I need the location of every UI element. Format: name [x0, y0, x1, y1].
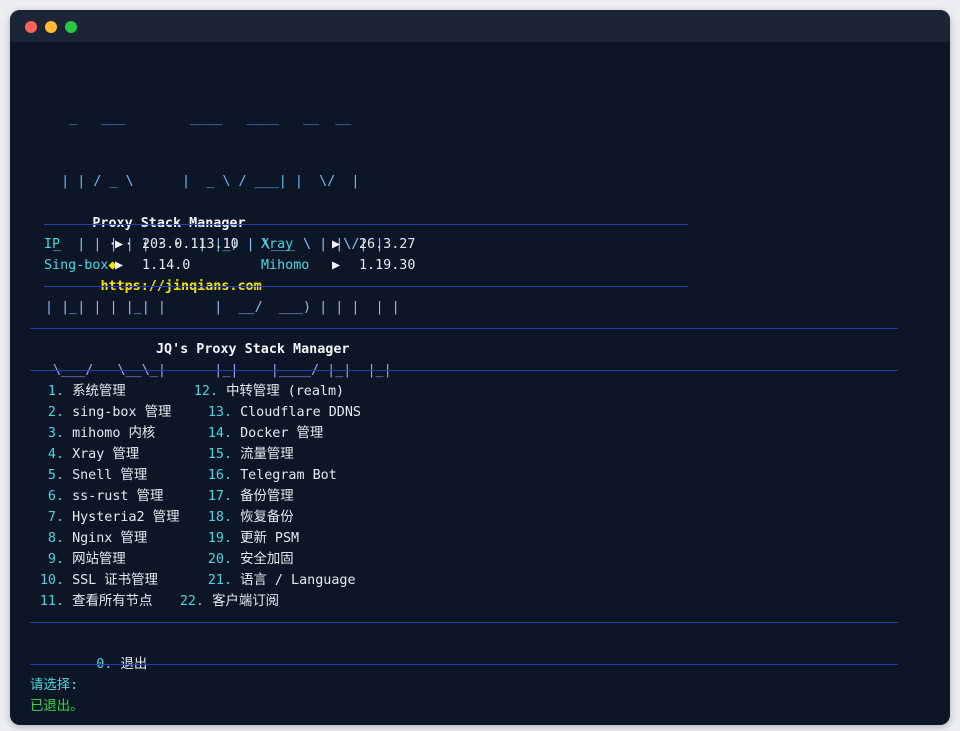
status-value-singbox: 1.14.0: [142, 258, 191, 273]
menu-item-label: Nginx 管理: [72, 531, 148, 546]
menu-item-label: 更新 PSM: [240, 531, 300, 546]
menu-item[interactable]: 16. Telegram Bot: [184, 465, 337, 486]
menu-item-label: 恢复备份: [240, 510, 294, 525]
ascii-logo-line: | | / _ \ | _ \ / ___| | \/ |: [45, 174, 360, 189]
banner-line: Proxy Stack Manager · · · · · ◆ https://…: [44, 192, 261, 294]
arrow-icon: ▶: [115, 237, 124, 252]
menu-item[interactable]: 6. ss-rust 管理: [30, 486, 163, 507]
divider: [30, 370, 898, 371]
menu-item-label: Xray 管理: [72, 447, 140, 462]
divider: [30, 622, 898, 623]
menu-item-label: 查看所有节点: [72, 594, 153, 609]
status-label-mihomo: Mihomo: [261, 258, 310, 273]
divider: [30, 664, 898, 665]
menu-item-number: 19.: [207, 531, 232, 546]
menu-item-number: 14.: [207, 426, 232, 441]
menu-item-label: 备份管理: [240, 489, 294, 504]
menu-item[interactable]: 7. Hysteria2 管理: [30, 507, 180, 528]
menu-item-number: 20.: [207, 552, 232, 567]
menu-item-number: 4.: [47, 447, 64, 462]
menu-item-number: 16.: [207, 468, 232, 483]
menu-item-number: 11.: [39, 594, 64, 609]
menu-item[interactable]: 4. Xray 管理: [30, 444, 139, 465]
divider: [44, 224, 688, 225]
divider: [30, 328, 898, 329]
menu-item[interactable]: 11. 查看所有节点: [30, 591, 153, 612]
status-label-ip: IP: [44, 237, 61, 252]
ascii-logo-line: | |_| | | |_| | | __/ ___) | | | | |: [45, 300, 400, 315]
exit-message: 已退出。: [30, 699, 84, 714]
menu-item-number: 12.: [193, 384, 218, 399]
ascii-logo-line: _ ___ ____ ____ __ __: [45, 111, 352, 126]
menu-item-label: Cloudflare DDNS: [240, 405, 361, 420]
status-value-xray: 26.3.27: [359, 237, 416, 252]
menu-item[interactable]: 8. Nginx 管理: [30, 528, 147, 549]
menu-item[interactable]: 10. SSL 证书管理: [30, 570, 158, 591]
menu-item[interactable]: 21. 语言 / Language: [184, 570, 356, 591]
menu-item-number: 6.: [47, 489, 64, 504]
minimize-window-button[interactable]: [45, 21, 57, 33]
arrow-icon: ▶: [115, 258, 124, 273]
menu-item[interactable]: 1. 系统管理: [30, 381, 126, 402]
menu-item-label: sing-box 管理: [72, 405, 172, 420]
menu-item-number: 18.: [207, 510, 232, 525]
menu-item[interactable]: 9. 网站管理: [30, 549, 126, 570]
menu-item[interactable]: 3. mihomo 内核: [30, 423, 155, 444]
menu-item[interactable]: 17. 备份管理: [184, 486, 294, 507]
menu-item-number: 13.: [207, 405, 232, 420]
terminal-window: _ ___ ____ ____ __ __ | | / _ \ | _ \ / …: [10, 10, 950, 725]
divider: [44, 286, 688, 287]
close-window-button[interactable]: [25, 21, 37, 33]
menu-item-number: 9.: [47, 552, 64, 567]
menu-item[interactable]: 22. 客户端订阅: [156, 591, 279, 612]
menu-item-label: 网站管理: [72, 552, 126, 567]
menu-item-label: 流量管理: [240, 447, 294, 462]
status-value-mihomo: 1.19.30: [359, 258, 416, 273]
menu-item-label: 中转管理 (realm): [226, 384, 345, 399]
menu-item[interactable]: 19. 更新 PSM: [184, 528, 299, 549]
menu-item[interactable]: 12. 中转管理 (realm): [170, 381, 344, 402]
menu-item-number: 15.: [207, 447, 232, 462]
menu-item-label: mihomo 内核: [72, 426, 156, 441]
menu-item-number: 2.: [47, 405, 64, 420]
menu-item-number: 7.: [47, 510, 64, 525]
menu-item[interactable]: 15. 流量管理: [184, 444, 294, 465]
arrow-icon: ▶: [332, 258, 341, 273]
status-label-xray: Xray: [261, 237, 294, 252]
menu-item-number: 10.: [39, 573, 64, 588]
menu-item-label: 客户端订阅: [212, 594, 280, 609]
menu-item-label: ss-rust 管理: [72, 489, 164, 504]
menu-item-label: Docker 管理: [240, 426, 324, 441]
prompt-label: 请选择:: [30, 678, 79, 693]
menu-item-number: 17.: [207, 489, 232, 504]
status-value-ip: 203.0.113.10: [142, 237, 239, 252]
menu-item-label: 系统管理: [72, 384, 126, 399]
menu-item[interactable]: 5. Snell 管理: [30, 465, 147, 486]
arrow-icon: ▶: [332, 237, 341, 252]
terminal-output[interactable]: _ ___ ____ ____ __ __ | | / _ \ | _ \ / …: [10, 42, 950, 725]
menu-item-label: Telegram Bot: [240, 468, 337, 483]
menu-item[interactable]: 2. sing-box 管理: [30, 402, 172, 423]
menu-item-number: 5.: [47, 468, 64, 483]
menu-item-number: 22.: [179, 594, 204, 609]
menu-item[interactable]: 20. 安全加固: [184, 549, 294, 570]
menu-item-label: Snell 管理: [72, 468, 148, 483]
status-label-singbox: Sing-box: [44, 258, 109, 273]
menu-item-number: 1.: [47, 384, 64, 399]
menu-item-label: Hysteria2 管理: [72, 510, 180, 525]
menu-item-label: SSL 证书管理: [72, 573, 158, 588]
menu-item[interactable]: 14. Docker 管理: [184, 423, 323, 444]
menu-item[interactable]: 18. 恢复备份: [184, 507, 294, 528]
menu-item[interactable]: 13. Cloudflare DDNS: [184, 402, 361, 423]
window-titlebar: [10, 10, 950, 42]
menu-title: JQ's Proxy Stack Manager: [156, 342, 350, 357]
menu-item-label: 语言 / Language: [240, 573, 356, 588]
menu-item-number: 3.: [47, 426, 64, 441]
menu-item-label: 安全加固: [240, 552, 294, 567]
menu-item-number: 21.: [207, 573, 232, 588]
menu-item-number: 8.: [47, 531, 64, 546]
maximize-window-button[interactable]: [65, 21, 77, 33]
